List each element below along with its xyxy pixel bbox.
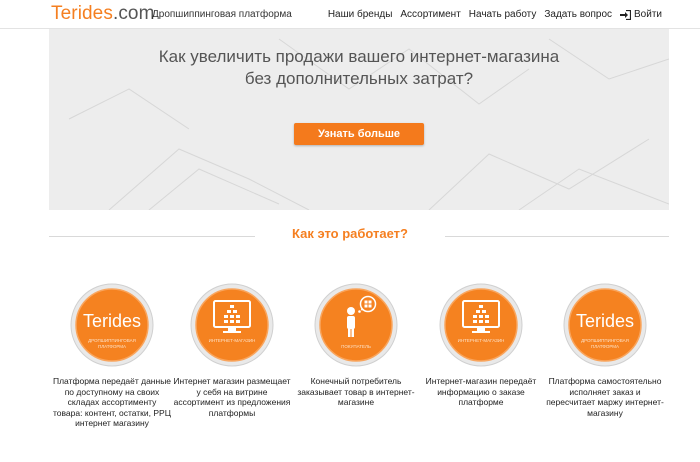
step-5-description: Платформа самостоятельно исполняет заказ… — [546, 376, 664, 418]
logo-main: Terides — [51, 3, 113, 24]
step-3-circle-caption: ПОКУПАТЕЛЬ — [341, 344, 371, 349]
step-1-circle-title: Terides — [82, 311, 142, 331]
hero-title-line1: Как увеличить продажи вашего интернет-ма… — [158, 47, 560, 66]
learn-more-button[interactable]: Узнать больше — [294, 123, 424, 145]
step-4-circle-caption: ИНТЕРНЕТ-МАГАЗИН — [457, 338, 505, 343]
step-2-description: Интернет магазин размещает у себя на вит… — [173, 376, 291, 418]
step-3-description: Конечный потребитель заказывает товар в … — [297, 376, 415, 407]
step-2-circle-caption: ИНТЕРНЕТ-МАГАЗИН — [208, 338, 256, 343]
step-1-circle-caption: ДРОПШИППИНГОВАЯ ПЛАТФОРМА — [88, 338, 136, 349]
nav-ask-question[interactable]: Задать вопрос — [544, 9, 612, 20]
hero-banner: Как увеличить продажи вашего интернет-ма… — [49, 29, 669, 210]
sign-in-icon — [620, 9, 632, 20]
main-nav: Наши бренды Ассортимент Начать работу За… — [328, 9, 662, 20]
step-5-circle: Terides ДРОПШИППИНГОВАЯ ПЛАТФОРМА — [563, 283, 647, 367]
site-tagline: Дропшиппинговая платформа — [152, 9, 292, 20]
monitor-icon — [439, 283, 523, 367]
step-5-circle-caption: ДРОПШИППИНГОВАЯ ПЛАТФОРМА — [581, 338, 629, 349]
step-1-description: Платформа передаёт данные по доступному … — [52, 376, 172, 428]
buyer-icon — [314, 283, 398, 367]
section-title: Как это работает? — [292, 226, 408, 241]
nav-brands[interactable]: Наши бренды — [328, 9, 393, 20]
login-label: Войти — [634, 9, 662, 20]
hero-title: Как увеличить продажи вашего интернет-ма… — [49, 46, 669, 90]
step-1-circle: Terides ДРОПШИППИНГОВАЯ ПЛАТФОРМА — [70, 283, 154, 367]
site-logo[interactable]: Terides.com — [51, 3, 155, 25]
step-4-circle: ИНТЕРНЕТ-МАГАЗИН — [439, 283, 523, 367]
step-3-circle: ПОКУПАТЕЛЬ — [314, 283, 398, 367]
nav-assortment[interactable]: Ассортимент — [400, 9, 460, 20]
hero-title-line2: без дополнительных затрат? — [244, 69, 474, 88]
logo-domain: .com — [112, 3, 155, 24]
nav-start[interactable]: Начать работу — [469, 9, 537, 20]
step-4-description: Интернет-магазин передаёт информацию о з… — [425, 376, 537, 407]
step-2-circle: ИНТЕРНЕТ-МАГАЗИН — [190, 283, 274, 367]
top-header: Terides.com Дропшиппинговая платформа На… — [0, 0, 700, 29]
step-5-circle-title: Terides — [575, 311, 635, 331]
login-link[interactable]: Войти — [620, 9, 662, 20]
monitor-icon — [190, 283, 274, 367]
